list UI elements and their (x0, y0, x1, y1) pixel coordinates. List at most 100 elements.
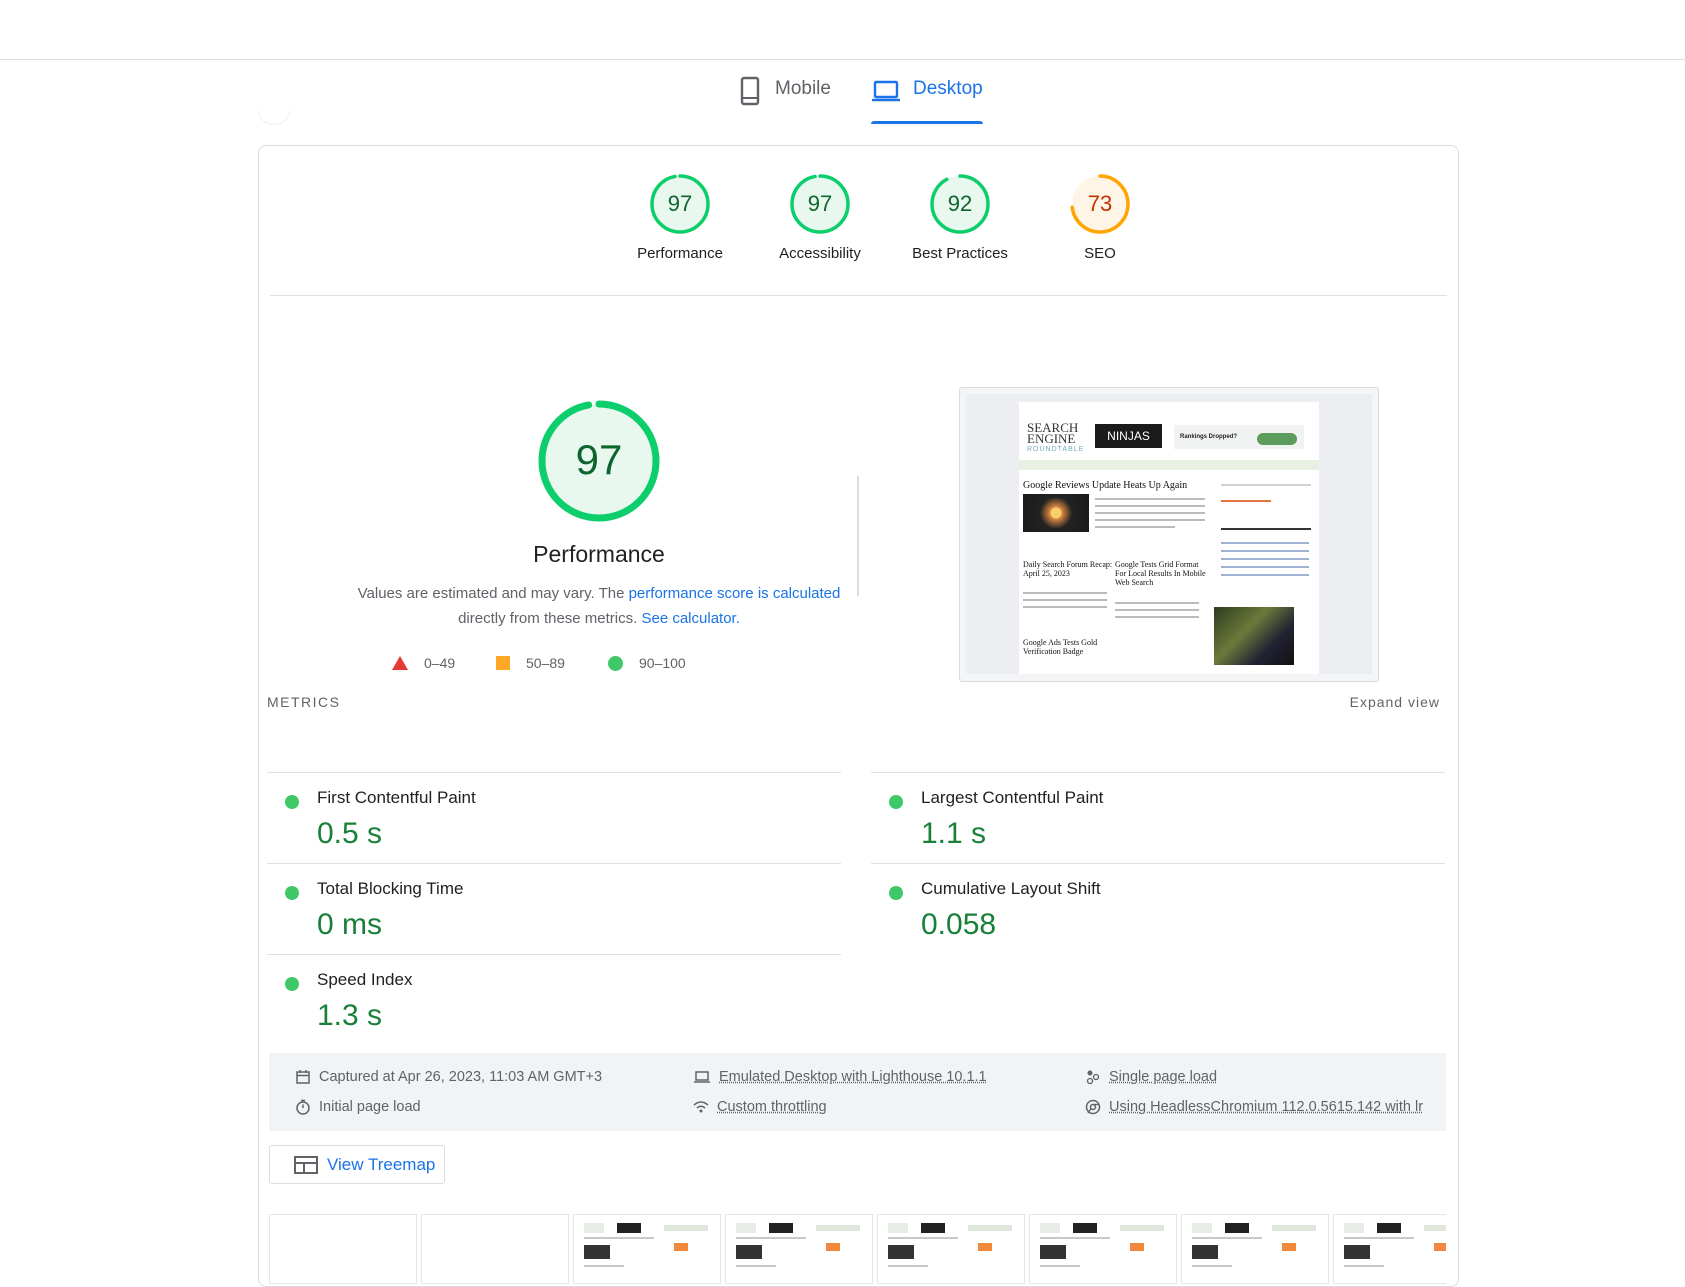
pass-circle-icon (889, 886, 903, 900)
metric-name: Speed Index (317, 970, 413, 989)
metric-name: Largest Contentful Paint (921, 788, 1104, 807)
treemap-icon (294, 1155, 318, 1174)
site-logo-sub: ROUNDTABLE (1027, 446, 1085, 453)
screenshot-frame: SEARCH ENGINE ROUNDTABLE NINJAS Rankings … (966, 394, 1372, 674)
gauge-performance[interactable]: 97 Performance (610, 173, 750, 262)
pass-circle-icon (889, 795, 903, 809)
performance-score-link[interactable]: performance score is calculated (629, 585, 841, 602)
gauge-seo[interactable]: 73 SEO (1030, 173, 1170, 262)
captured-at: Captured at Apr 26, 2023, 11:03 AM GMT+3 (295, 1069, 602, 1085)
text-line (1115, 616, 1199, 618)
gauge-score: 73 (1087, 191, 1113, 216)
emulated-text: Emulated Desktop with Lighthouse 10.1.1 (719, 1069, 987, 1085)
text-line (1095, 512, 1205, 514)
triangle-icon (392, 656, 408, 670)
text-line (1095, 519, 1205, 521)
text-line (1095, 505, 1205, 507)
text-line (1221, 550, 1309, 552)
gauge-score: 97 (807, 191, 833, 216)
circle-icon (608, 655, 623, 671)
ninjas-banner: NINJAS (1095, 424, 1162, 448)
video-thumbnail (1214, 607, 1294, 665)
emulated-desktop[interactable]: Emulated Desktop with Lighthouse 10.1.1 (693, 1069, 987, 1085)
performance-description: Values are estimated and may vary. The p… (259, 581, 939, 631)
tab-desktop[interactable]: Desktop (871, 72, 983, 124)
treemap-label: View Treemap (327, 1154, 436, 1174)
metric-name: Cumulative Layout Shift (921, 879, 1101, 898)
tab-desktop-label: Desktop (913, 78, 983, 99)
initial-text: Initial page load (319, 1099, 421, 1115)
big-score: 97 (575, 436, 623, 483)
text-line (1095, 526, 1175, 528)
single-page-load[interactable]: Single page load (1085, 1069, 1217, 1085)
story: Daily Search Forum Recap: April 25, 2023 (1023, 560, 1113, 578)
metrics-heading: METRICS (267, 694, 341, 710)
view-treemap-button[interactable]: View Treemap (269, 1145, 445, 1184)
gauge-label: Performance (637, 245, 723, 262)
score-legend: 0–49 50–89 90–100 (392, 655, 832, 679)
expand-view-toggle[interactable]: Expand view (1350, 694, 1440, 710)
device-tabs: Mobile Desktop (0, 72, 1685, 124)
category-gauges: 97 Performance 97 Accessibility 92 Best … (270, 146, 1447, 296)
performance-title: Performance (533, 541, 665, 567)
timer-icon (296, 1099, 310, 1115)
single-text: Single page load (1109, 1069, 1218, 1085)
ad-text: Rankings Dropped? (1180, 434, 1238, 440)
gauge-score: 97 (667, 191, 693, 216)
final-screenshot[interactable]: SEARCH ENGINE ROUNDTABLE NINJAS Rankings … (959, 387, 1379, 682)
text-line (1221, 542, 1309, 544)
pass-circle-icon (285, 886, 299, 900)
site-logo: SEARCH ENGINE (1027, 421, 1078, 445)
metric-value: 0 ms (317, 908, 383, 941)
metric-name: First Contentful Paint (317, 788, 476, 807)
using-text: Using HeadlessChromium 112.0.5615.142 wi… (1109, 1099, 1424, 1115)
chrome-icon (1085, 1099, 1101, 1115)
gauge-label: SEO (1084, 245, 1116, 262)
decorative-arc (258, 110, 290, 125)
initial-page-load: Initial page load (295, 1099, 421, 1115)
pass-circle-icon (285, 795, 299, 809)
captured-text: Captured at Apr 26, 2023, 11:03 AM GMT+3 (319, 1069, 603, 1085)
metric-first-contentful-paint: First Contentful Paint 0.5 s (267, 772, 841, 863)
text-line (1221, 558, 1309, 560)
metric-value: 1.3 s (317, 999, 383, 1032)
filmstrip-frame (269, 1214, 417, 1284)
ad-button (1257, 433, 1297, 445)
square-icon (496, 656, 510, 670)
custom-throttling[interactable]: Custom throttling (693, 1099, 827, 1115)
throttling-text: Custom throttling (717, 1099, 827, 1115)
filmstrip-frame (1029, 1214, 1177, 1284)
tab-mobile[interactable]: Mobile (737, 72, 831, 124)
runtime-settings: Captured at Apr 26, 2023, 11:03 AM GMT+3… (269, 1053, 1446, 1131)
text-line (1023, 606, 1107, 608)
metric-value: 1.1 s (921, 817, 987, 850)
phone-icon (740, 76, 760, 106)
metric-speed-index: Speed Index 1.3 s (267, 954, 841, 1045)
metric-largest-contentful-paint: Largest Contentful Paint 1.1 s (871, 772, 1445, 863)
laptop-icon (872, 80, 900, 102)
tab-mobile-label: Mobile (775, 78, 831, 99)
pass-circle-icon (285, 977, 299, 991)
see-calculator-link[interactable]: See calculator. (641, 610, 739, 627)
headless-chromium[interactable]: Using HeadlessChromium 112.0.5615.142 wi… (1085, 1099, 1423, 1115)
story: Google Tests Grid Format For Local Resul… (1115, 560, 1206, 587)
text-line (1221, 500, 1271, 502)
gauge-label: Best Practices (912, 245, 1008, 262)
screenshot-page: SEARCH ENGINE ROUNDTABLE NINJAS Rankings … (1019, 402, 1319, 674)
metric-total-blocking-time: Total Blocking Time 0 ms (267, 863, 841, 954)
gauge-accessibility[interactable]: 97 Accessibility (750, 173, 890, 262)
selected-tab-indicator (871, 121, 983, 124)
performance-big-gauge: 97 (489, 399, 709, 523)
filmstrip-frame (573, 1214, 721, 1284)
gauge-label: Accessibility (779, 245, 861, 262)
metric-name: Total Blocking Time (317, 879, 464, 898)
filmstrip-frame (1333, 1214, 1446, 1284)
metric-cumulative-layout-shift: Cumulative Layout Shift 0.058 (871, 863, 1445, 954)
legend-pass: 90–100 (608, 655, 686, 671)
gauge-best-practices[interactable]: 92 Best Practices (890, 173, 1030, 262)
nodes-icon (1086, 1070, 1100, 1085)
text-line (1115, 602, 1199, 604)
calendar-icon (296, 1070, 310, 1084)
desc-text: Values are estimated and may vary. The (357, 585, 629, 602)
story: Google Ads Tests Gold Verification Badge (1023, 638, 1098, 656)
